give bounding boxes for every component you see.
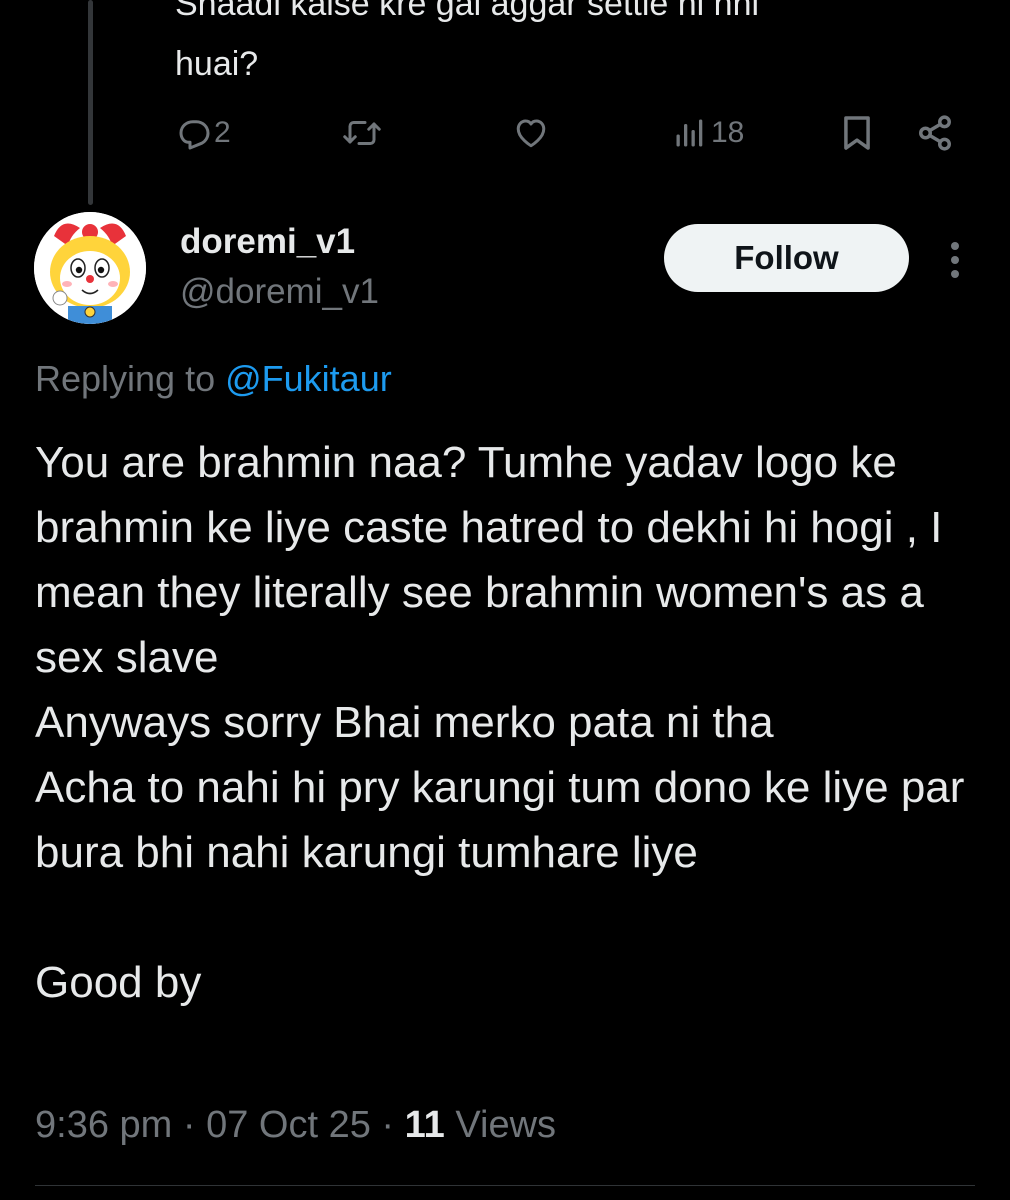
views-count: 18: [711, 116, 745, 149]
views-label: Views: [455, 1104, 557, 1146]
display-name[interactable]: doremi_v1: [180, 220, 355, 264]
more-options-icon: [951, 242, 959, 278]
like-icon: [516, 119, 546, 148]
share-button[interactable]: [916, 108, 954, 158]
meta-separator: ·: [381, 1104, 395, 1146]
views-button[interactable]: 18: [672, 108, 744, 158]
thread-connector-line: [88, 0, 93, 205]
tweet-date[interactable]: 07 Oct 25: [206, 1104, 371, 1146]
user-handle[interactable]: @doremi_v1: [180, 270, 379, 314]
retweet-button[interactable]: [342, 108, 385, 158]
replying-to-line: Replying to @Fukitaur: [35, 354, 392, 404]
retweet-icon: [343, 121, 381, 145]
previous-tweet-text: Shaadi kaise kre gai aggar settle hi nhi…: [175, 0, 760, 83]
tweet-meta: 9:36 pm · 07 Oct 25 · 11 Views: [35, 1100, 556, 1150]
share-icon: [919, 115, 951, 151]
doremi-avatar-image: [34, 212, 146, 324]
like-button[interactable]: [512, 108, 553, 158]
bookmark-icon: [844, 116, 870, 150]
bookmark-button[interactable]: [838, 108, 876, 158]
replying-to-mention[interactable]: @Fukitaur: [225, 358, 392, 399]
more-options-button[interactable]: [940, 238, 970, 282]
views-icon: [676, 119, 703, 147]
views-total: 11: [404, 1104, 445, 1146]
tweet-text: You are brahmin naa? Tumhe yadav logo ke…: [35, 438, 965, 1007]
previous-tweet-actions: 2 18: [0, 108, 1010, 158]
divider: [35, 1185, 975, 1186]
meta-separator: ·: [182, 1104, 196, 1146]
tweet-time[interactable]: 9:36 pm: [35, 1104, 172, 1146]
follow-button[interactable]: Follow: [664, 224, 909, 292]
replying-to-prefix: Replying to: [35, 358, 216, 399]
avatar[interactable]: [34, 212, 146, 324]
reply-icon: [179, 120, 210, 150]
reply-button[interactable]: 2: [175, 108, 231, 158]
reply-count: 2: [214, 116, 231, 149]
